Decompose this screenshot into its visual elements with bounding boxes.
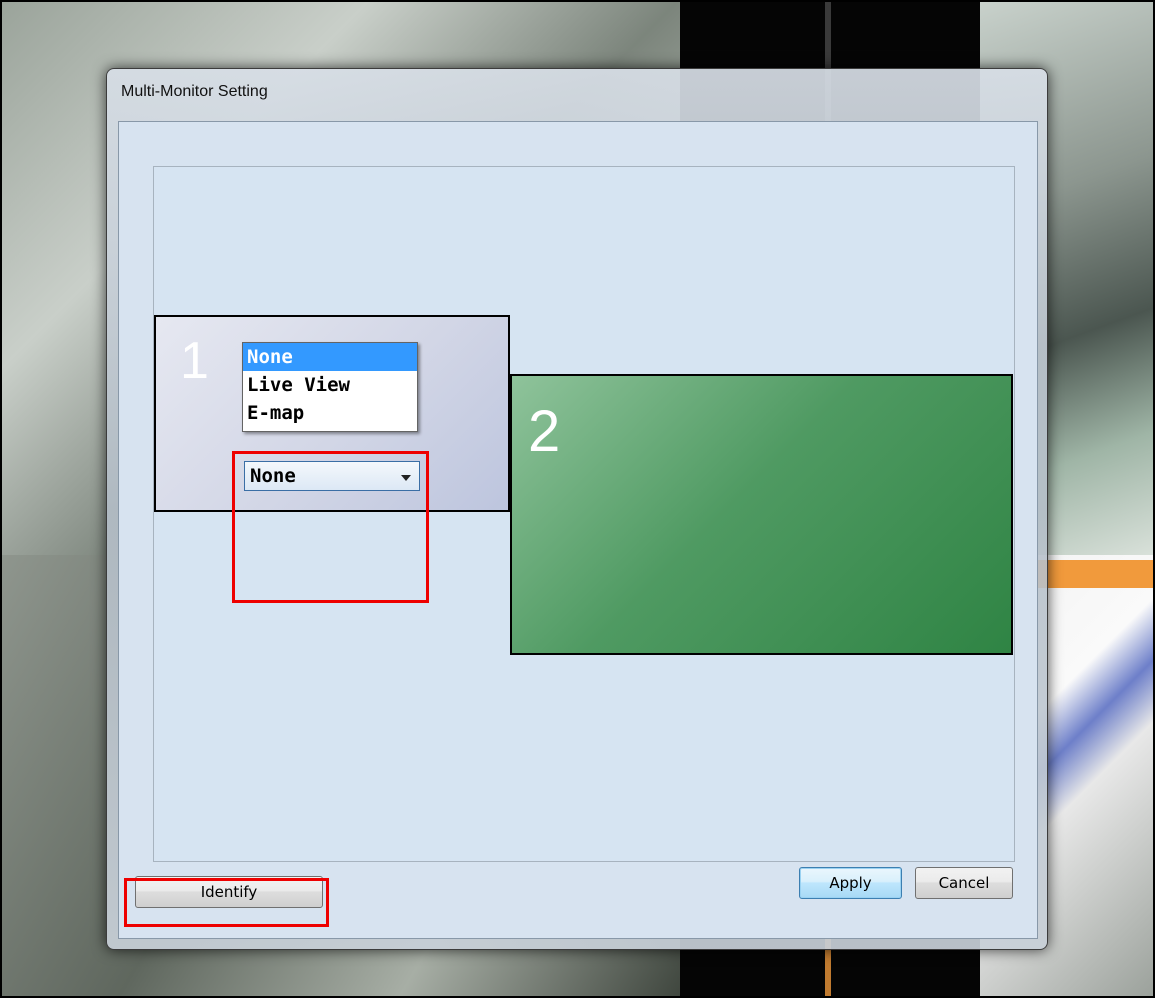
multi-monitor-setting-dialog: Multi-Monitor Setting 1 None 2 None Live… bbox=[106, 68, 1048, 950]
chevron-down-icon[interactable] bbox=[401, 475, 411, 481]
display-select-value: None bbox=[250, 465, 296, 487]
cancel-button[interactable]: Cancel bbox=[915, 867, 1013, 899]
monitor-2[interactable]: 2 bbox=[510, 374, 1013, 655]
option-live-view[interactable]: Live View bbox=[243, 371, 417, 399]
monitor-1-display-select[interactable]: None bbox=[244, 461, 420, 491]
monitor-1-number: 1 bbox=[180, 332, 209, 390]
dialog-client-area: 1 None 2 None Live View E-map Identify A… bbox=[118, 121, 1038, 939]
option-e-map[interactable]: E-map bbox=[243, 399, 417, 427]
monitor-layout-area: 1 None 2 None Live View E-map bbox=[153, 166, 1015, 862]
dialog-title: Multi-Monitor Setting bbox=[121, 83, 268, 100]
apply-button[interactable]: Apply bbox=[799, 867, 902, 899]
display-select-options: None Live View E-map bbox=[242, 342, 418, 432]
option-none[interactable]: None bbox=[243, 343, 417, 371]
identify-button[interactable]: Identify bbox=[135, 876, 323, 908]
monitor-2-number: 2 bbox=[528, 399, 561, 464]
